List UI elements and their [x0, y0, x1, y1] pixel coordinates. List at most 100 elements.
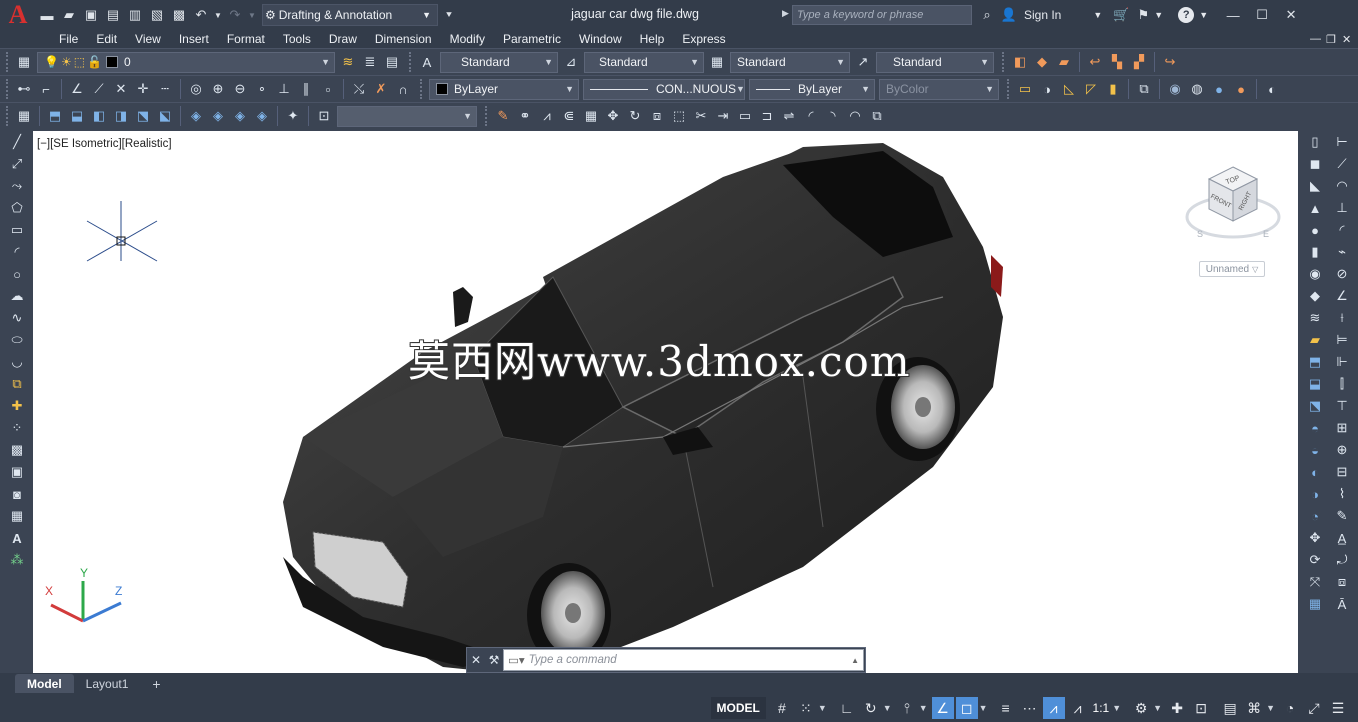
view-right-icon[interactable]: ◨: [111, 106, 131, 126]
multileader-style-dropdown[interactable]: Standard ▼: [876, 51, 994, 73]
line-segments-icon[interactable]: ┄: [155, 79, 175, 99]
polyline-icon[interactable]: ⤳: [7, 176, 27, 196]
lineweight-icon[interactable]: ≡: [995, 697, 1017, 719]
point-icon[interactable]: ⁘: [7, 418, 27, 438]
view-nw-iso-icon[interactable]: ◈: [252, 106, 272, 126]
visual-style-wireframe-icon[interactable]: ◉: [1165, 79, 1185, 99]
loft-icon[interactable]: ◒: [1305, 440, 1325, 460]
expand-search-icon[interactable]: ▶: [782, 8, 789, 19]
menu-file[interactable]: File: [50, 30, 87, 48]
osnap-settings-icon[interactable]: ∩: [393, 79, 413, 99]
chevron-down-icon[interactable]: ▼: [1112, 703, 1121, 713]
tab-model[interactable]: Model: [15, 674, 74, 693]
viewport-controls-label[interactable]: [−][SE Isometric][Realistic]: [37, 138, 172, 150]
view-top-icon[interactable]: ⬒: [45, 106, 65, 126]
publish-icon[interactable]: ▥: [125, 5, 145, 25]
layer-previous-icon[interactable]: ≣: [360, 52, 380, 72]
layer-states-icon[interactable]: ▤: [382, 52, 402, 72]
named-views-icon[interactable]: ▦: [14, 106, 34, 126]
scale-icon[interactable]: ⧈: [647, 106, 667, 126]
lineweight-dropdown[interactable]: ByLayer ▼: [749, 78, 875, 100]
dimension-style-icon[interactable]: ⊿: [561, 52, 581, 72]
menu-tools[interactable]: Tools: [274, 30, 320, 48]
layer-properties-icon[interactable]: ▦: [14, 52, 34, 72]
help-icon[interactable]: ?: [1178, 7, 1195, 23]
copy-object-icon[interactable]: ⚭: [515, 106, 535, 126]
a360-dropdown-icon[interactable]: ▼: [1154, 10, 1163, 20]
cone-icon[interactable]: ▲: [1305, 198, 1325, 218]
isodraft-icon[interactable]: ⫯: [896, 697, 918, 719]
workspace-selector[interactable]: ⚙ Drafting & Annotation ▼: [262, 4, 438, 26]
dim-radius-icon[interactable]: ◜: [1332, 220, 1352, 240]
arc-icon[interactable]: ◜: [7, 242, 27, 262]
close-icon[interactable]: ✕: [1281, 5, 1301, 25]
toolbar-grip[interactable]: [485, 106, 489, 126]
annotation-visibility-icon[interactable]: ⩘: [1042, 697, 1065, 719]
wrench-icon[interactable]: ⚒: [486, 650, 502, 670]
menu-modify[interactable]: Modify: [441, 30, 494, 48]
erase-tool-icon[interactable]: ✎: [493, 106, 513, 126]
stretch-icon[interactable]: ⬚: [669, 106, 689, 126]
erase-icon[interactable]: ◆: [1032, 52, 1052, 72]
cart-icon[interactable]: 🛒: [1111, 5, 1131, 25]
help-dropdown-icon[interactable]: ▼: [1199, 10, 1208, 20]
grid-icon[interactable]: #: [771, 697, 793, 719]
3d-rotate-icon[interactable]: ⟳: [1305, 550, 1325, 570]
dim-jogged-icon[interactable]: ⌁: [1332, 242, 1352, 262]
revolve-icon[interactable]: ◓: [1305, 418, 1325, 438]
menu-window[interactable]: Window: [570, 30, 631, 48]
dim-override-icon[interactable]: Ā: [1332, 594, 1352, 614]
planar-surface-icon[interactable]: ▰: [1305, 330, 1325, 350]
dim-aligned-icon[interactable]: ⟋: [1332, 154, 1352, 174]
linear-dimension-icon[interactable]: ⊷: [14, 79, 34, 99]
annotation-monitor-icon[interactable]: ✚: [1166, 697, 1188, 719]
layer-dropdown[interactable]: 💡 ☀ ⬚ 🔓 0 ▼: [37, 51, 335, 73]
snap-none-icon[interactable]: ✗: [371, 79, 391, 99]
command-input[interactable]: ▭▾ Type a command ▲: [503, 649, 864, 671]
view-back-icon[interactable]: ⬕: [155, 106, 175, 126]
menu-edit[interactable]: Edit: [87, 30, 126, 48]
annotation-scale[interactable]: 1:1: [1093, 701, 1110, 715]
join-icon[interactable]: ⇌: [779, 106, 799, 126]
presspull-icon[interactable]: ⬓: [1305, 374, 1325, 394]
visual-style-realistic-icon[interactable]: ●: [1231, 79, 1251, 99]
menu-parametric[interactable]: Parametric: [494, 30, 570, 48]
polar-icon[interactable]: ✛: [133, 79, 153, 99]
dim-linear-icon[interactable]: ⊢: [1332, 132, 1352, 152]
tolerance-icon[interactable]: ⊞: [1332, 418, 1352, 438]
color-dropdown[interactable]: ByLayer ▼: [429, 78, 579, 100]
visual-styles-manager-icon[interactable]: ◐: [1262, 79, 1282, 99]
properties-icon[interactable]: ⧉: [1134, 79, 1154, 99]
3d-align-icon[interactable]: ⤧: [1305, 572, 1325, 592]
plot-preview-icon[interactable]: ▧: [147, 5, 167, 25]
menu-insert[interactable]: Insert: [170, 30, 218, 48]
dim-diameter-icon[interactable]: ⊘: [1332, 264, 1352, 284]
trim-icon[interactable]: ✂: [691, 106, 711, 126]
hatch-icon[interactable]: ▩: [7, 440, 27, 460]
snap-tangent-icon[interactable]: ⊖: [230, 79, 250, 99]
spline-icon[interactable]: ∿: [7, 308, 27, 328]
ray-icon[interactable]: ⟋: [89, 79, 109, 99]
chevron-down-icon[interactable]: ▼: [818, 703, 827, 713]
circle-icon[interactable]: ○: [7, 264, 27, 284]
region-tool-icon[interactable]: ◙: [7, 484, 27, 504]
xline-icon[interactable]: ✕: [111, 79, 131, 99]
menu-view[interactable]: View: [126, 30, 170, 48]
toolbar-grip[interactable]: [6, 106, 10, 126]
object-snap-icon[interactable]: ◻: [955, 697, 978, 719]
view-sw-iso-icon[interactable]: ◈: [186, 106, 206, 126]
polygon-icon[interactable]: ⬠: [7, 198, 27, 218]
search-input[interactable]: Type a keyword or phrase: [792, 5, 972, 25]
view-se-iso-icon[interactable]: ◈: [208, 106, 228, 126]
blend-icon[interactable]: ◠: [845, 106, 865, 126]
eraser-icon[interactable]: ▰: [1054, 52, 1074, 72]
move-icon[interactable]: ✥: [603, 106, 623, 126]
menu-express[interactable]: Express: [673, 30, 734, 48]
menu-dimension[interactable]: Dimension: [366, 30, 441, 48]
object-snap-tracking-icon[interactable]: ∠: [931, 697, 954, 719]
auto-scale-icon[interactable]: ⩘: [1067, 697, 1089, 719]
ellipse-icon[interactable]: ⬭: [7, 330, 27, 350]
aligned-dimension-icon[interactable]: ⌐: [36, 79, 56, 99]
multileader-style-icon[interactable]: ↗: [853, 52, 873, 72]
subtract-icon[interactable]: ◑: [1305, 484, 1325, 504]
